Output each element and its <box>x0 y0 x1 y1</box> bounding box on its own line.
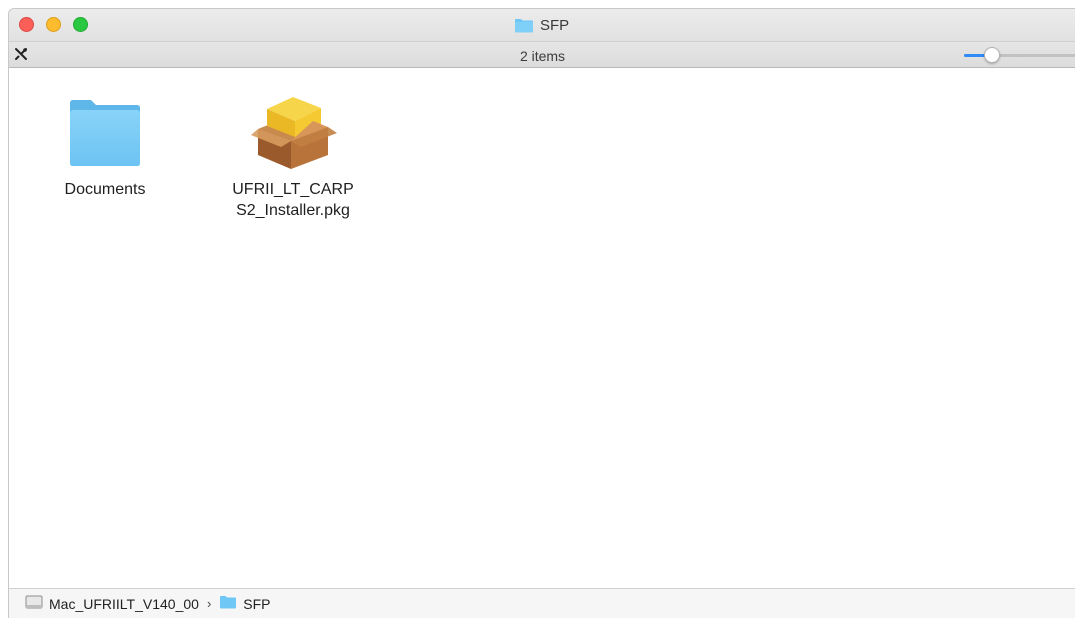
folder-icon <box>55 83 155 169</box>
drive-icon <box>25 594 43 613</box>
path-segment-label: SFP <box>243 595 271 612</box>
path-bar: Mac_UFRIILT_V140_00 › SFP <box>9 588 1075 618</box>
finder-window: SFP 2 items Documents UFRII_LT_CARPS2_In… <box>8 8 1075 618</box>
folder-icon <box>514 18 534 33</box>
zoom-button[interactable] <box>73 17 88 32</box>
path-separator: › <box>206 596 212 611</box>
close-button[interactable] <box>19 17 34 32</box>
path-segment-folder[interactable]: SFP <box>219 595 271 612</box>
item-count: 2 items <box>519 48 566 64</box>
minimize-button[interactable] <box>46 17 61 32</box>
file-item-documents[interactable]: Documents <box>20 83 190 200</box>
path-segment-label: Mac_UFRIILT_V140_00 <box>49 595 199 612</box>
file-name: Documents <box>64 181 146 198</box>
status-bar: 2 items <box>9 41 1075 68</box>
window-title: SFP <box>514 16 569 34</box>
icon-size-slider[interactable] <box>964 47 1075 63</box>
package-icon <box>243 83 343 169</box>
path-segment-drive[interactable]: Mac_UFRIILT_V140_00 <box>25 594 199 613</box>
file-grid[interactable]: Documents UFRII_LT_CARPS2_Installer.pkg <box>9 68 1075 588</box>
slider-knob[interactable] <box>984 47 1000 63</box>
file-item-installer[interactable]: UFRII_LT_CARPS2_Installer.pkg <box>208 83 378 221</box>
file-name: UFRII_LT_CARPS2_Installer.pkg <box>232 181 354 219</box>
title-bar[interactable]: SFP <box>9 9 1075 41</box>
folder-icon <box>219 595 237 612</box>
window-title-text: SFP <box>540 16 570 34</box>
